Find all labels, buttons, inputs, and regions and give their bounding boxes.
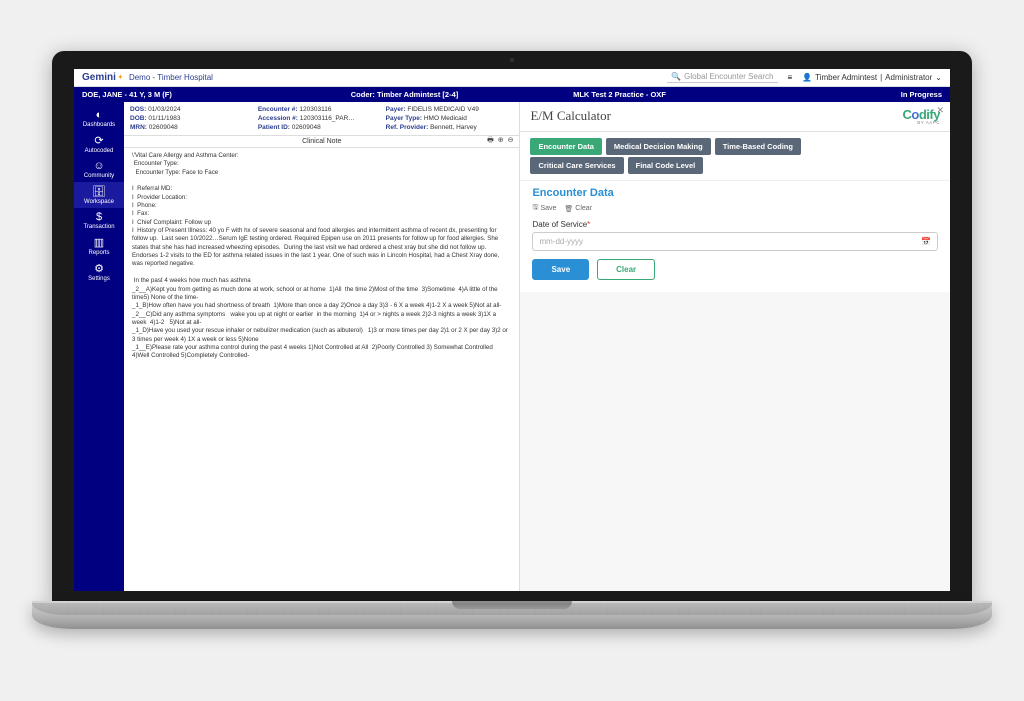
meta-pair: Payer Type: HMO Medicaid xyxy=(386,114,514,123)
meta-pair: Encounter #: 120303116 xyxy=(258,105,386,114)
patient-name: DOE, JANE - 41 Y, 3 M (F) xyxy=(82,90,297,99)
trash-icon: 🗑 xyxy=(564,205,573,213)
meta-pair: DOB: 01/11/1983 xyxy=(130,114,258,123)
community-icon: ☺ xyxy=(74,160,124,172)
global-search[interactable]: 🔍 Global Encounter Search xyxy=(667,72,777,83)
meta-pair: Payer: FIDELIS MEDICAID V49 xyxy=(386,105,514,114)
meta-pair: Ref. Provider: Bennett, Harvey xyxy=(386,123,514,132)
zoom-out-icon[interactable]: ⊖ xyxy=(508,136,514,147)
user-icon: 👤 xyxy=(802,73,812,82)
patient-bar: DOE, JANE - 41 Y, 3 M (F) Coder: Timber … xyxy=(74,87,950,102)
sidebar-item-autocoded[interactable]: ⟳Autocoded xyxy=(74,131,124,157)
pie-icon: ◐ xyxy=(74,109,124,121)
save-button[interactable]: Save xyxy=(532,259,589,280)
print-icon[interactable]: 🖶 xyxy=(487,136,494,147)
search-icon: 🔍 xyxy=(671,72,681,81)
topbar: Gemini ✦ Demo - Timber Hospital 🔍 Global… xyxy=(74,69,950,87)
logo-star-icon: ✦ xyxy=(118,74,123,81)
clear-button[interactable]: Clear xyxy=(597,259,655,280)
note-title: Clinical Note xyxy=(302,138,341,145)
tab-encounter-data[interactable]: Encounter Data xyxy=(530,138,601,155)
meta-pair: Accession #: 120303116_PAR… xyxy=(258,114,386,123)
sidebar-item-dashboards[interactable]: ◐Dashboards xyxy=(74,106,124,131)
user-menu[interactable]: 👤 Timber Admintest | Administrator ⌄ xyxy=(802,73,942,82)
calc-form: Encounter Data 🖫Save 🗑Clear Date of Serv… xyxy=(520,180,950,292)
clinical-note-panel: DOS: 01/03/2024Encounter #: 120303116Pay… xyxy=(124,102,520,591)
user-name: Timber Admintest xyxy=(815,73,877,82)
sidebar-item-workspace[interactable]: 🗄Workspace xyxy=(74,182,124,208)
encounter-status: In Progress xyxy=(727,90,942,99)
zoom-in-icon[interactable]: ⊕ xyxy=(498,136,504,147)
camera-dot xyxy=(510,58,514,62)
date-of-service-label: Date of Service* xyxy=(532,220,938,229)
mini-clear[interactable]: 🗑Clear xyxy=(564,203,592,214)
note-header: Clinical Note 🖶 ⊕ ⊖ xyxy=(124,135,519,148)
meta-pair: DOS: 01/03/2024 xyxy=(130,105,258,114)
codify-logo: Codify BY AAPC xyxy=(903,108,940,126)
workspace-icon: 🗄 xyxy=(74,185,124,198)
meta-pair: MRN: 02609048 xyxy=(130,123,258,132)
gear-icon: ⚙ xyxy=(74,262,124,275)
search-placeholder: Global Encounter Search xyxy=(684,72,773,81)
app-screen: Gemini ✦ Demo - Timber Hospital 🔍 Global… xyxy=(74,69,950,591)
dollar-icon: $ xyxy=(74,211,124,223)
filter-icon[interactable]: ≡ xyxy=(788,73,793,82)
sidebar: ◐Dashboards ⟳Autocoded ☺Community 🗄Works… xyxy=(74,102,124,591)
logo: Gemini ✦ xyxy=(82,72,123,83)
mini-save[interactable]: 🖫Save xyxy=(532,203,556,214)
calc-tabs-row2: Critical Care Services Final Code Level xyxy=(520,157,950,180)
practice-info: MLK Test 2 Practice - OXF xyxy=(512,90,727,99)
practice-name: Demo - Timber Hospital xyxy=(129,73,213,82)
sidebar-item-community[interactable]: ☺Community xyxy=(74,157,124,182)
em-calculator-panel: ✕ E/M Calculator Codify BY AAPC Encounte… xyxy=(520,102,950,591)
sidebar-item-transaction[interactable]: $Transaction xyxy=(74,208,124,233)
meta-pair: Patient ID: 02609048 xyxy=(258,123,386,132)
bar-icon: ▥ xyxy=(74,236,124,249)
clinical-note-body[interactable]: \'Vital Care Allergy and Asthma Center: … xyxy=(124,148,519,591)
date-of-service-input[interactable]: mm-dd-yyyy 📅 xyxy=(532,232,938,251)
coder-info: Coder: Timber Admintest [2-4] xyxy=(297,90,512,99)
refresh-icon: ⟳ xyxy=(74,134,124,147)
date-placeholder: mm-dd-yyyy xyxy=(539,237,583,246)
chevron-down-icon: ⌄ xyxy=(935,73,942,82)
logo-text: Gemini xyxy=(82,72,116,83)
user-role: Administrator xyxy=(885,73,932,82)
tab-critical-care[interactable]: Critical Care Services xyxy=(530,157,623,174)
tab-final-code[interactable]: Final Code Level xyxy=(628,157,704,174)
calculator-title: E/M Calculator xyxy=(530,108,611,124)
save-small-icon: 🖫 xyxy=(532,203,538,214)
sidebar-item-reports[interactable]: ▥Reports xyxy=(74,233,124,259)
section-title: Encounter Data xyxy=(532,187,938,199)
tab-time-based[interactable]: Time-Based Coding xyxy=(715,138,801,155)
calendar-icon[interactable]: 📅 xyxy=(921,237,931,246)
sidebar-item-settings[interactable]: ⚙Settings xyxy=(74,259,124,285)
calc-tabs-row1: Encounter Data Medical Decision Making T… xyxy=(520,132,950,157)
encounter-metadata: DOS: 01/03/2024Encounter #: 120303116Pay… xyxy=(124,102,519,135)
laptop-base xyxy=(32,601,992,629)
close-icon[interactable]: ✕ xyxy=(936,105,944,116)
tab-mdm[interactable]: Medical Decision Making xyxy=(606,138,711,155)
